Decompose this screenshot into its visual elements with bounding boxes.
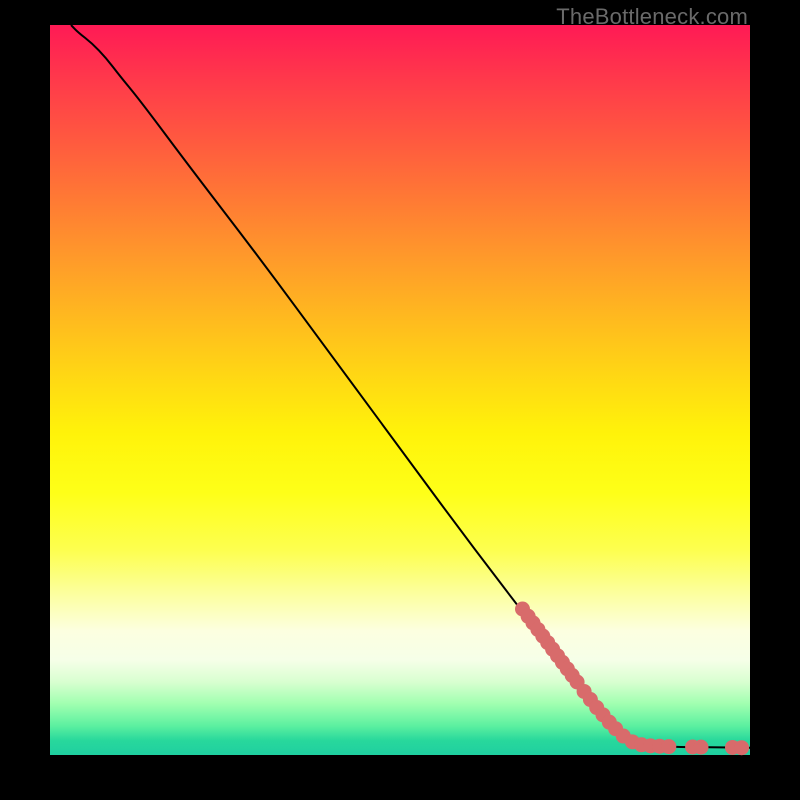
data-point [734,740,749,755]
chart-svg [50,25,750,755]
data-point [694,740,709,755]
curve-line [71,25,750,748]
data-point [661,739,676,754]
chart-frame: TheBottleneck.com [0,0,800,800]
plot-area [50,25,750,755]
curve-path [71,25,750,748]
data-points [515,602,749,756]
